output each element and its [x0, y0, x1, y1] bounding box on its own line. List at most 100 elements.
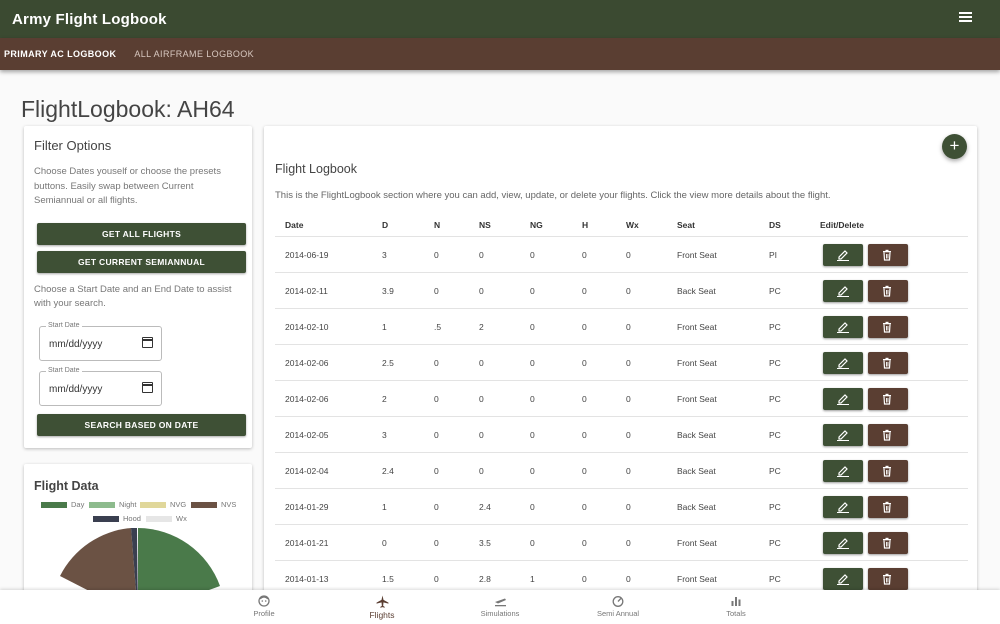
- face-icon: [258, 595, 270, 607]
- cell-night: 0: [434, 466, 439, 476]
- table-row[interactable]: 2014-02-10 1 .5 2 0 0 0 Front Seat PC: [275, 309, 968, 345]
- edit-button[interactable]: [823, 316, 863, 338]
- delete-button[interactable]: [868, 424, 908, 446]
- cell-seat: Front Seat: [677, 322, 717, 332]
- flight-data-pie-chart: [60, 527, 220, 594]
- cell-wx: 0: [626, 502, 631, 512]
- delete-button[interactable]: [868, 280, 908, 302]
- cell-seat: Back Seat: [677, 502, 716, 512]
- table-row[interactable]: 2014-02-06 2.5 0 0 0 0 0 Front Seat PC: [275, 345, 968, 381]
- pencil-icon: [837, 286, 849, 297]
- column-header: Edit/Delete: [820, 220, 864, 230]
- nav-simulations[interactable]: Simulations: [460, 595, 540, 618]
- cell-date: 2014-02-06: [285, 394, 329, 404]
- table-row[interactable]: 2014-01-21 0 0 3.5 0 0 0 Front Seat PC: [275, 525, 968, 561]
- hamburger-menu-icon[interactable]: [959, 12, 972, 23]
- legend-item[interactable]: NVG: [140, 500, 186, 509]
- nav-flights[interactable]: Flights: [342, 595, 422, 620]
- date-help-text: Choose a Start Date and an End Date to a…: [34, 283, 232, 310]
- nav-totals[interactable]: Totals: [696, 595, 776, 618]
- delete-button[interactable]: [868, 388, 908, 410]
- legend-item[interactable]: Night: [89, 500, 137, 509]
- nav-label: Simulations: [480, 609, 520, 618]
- app-title: Army Flight Logbook: [12, 10, 167, 28]
- add-flight-button[interactable]: +: [942, 134, 967, 159]
- edit-button[interactable]: [823, 532, 863, 554]
- edit-button[interactable]: [823, 568, 863, 590]
- end-date-field[interactable]: Start Date mm/dd/yyyy: [39, 366, 162, 406]
- end-date-value: mm/dd/yyyy: [49, 383, 103, 395]
- table-row[interactable]: 2014-02-11 3.9 0 0 0 0 0 Back Seat PC: [275, 273, 968, 309]
- calendar-icon[interactable]: [142, 381, 153, 393]
- cell-ng: 0: [530, 286, 535, 296]
- cell-ds: PC: [769, 502, 781, 512]
- filter-intro: Choose Dates youself or choose the prese…: [34, 166, 221, 206]
- tab-primary-ac-logbook[interactable]: PRIMARY AC LOGBOOK: [0, 38, 123, 70]
- table-row[interactable]: 2014-02-04 2.4 0 0 0 0 0 Back Seat PC: [275, 453, 968, 489]
- tab-all-airframe-logbook[interactable]: ALL AIRFRAME LOGBOOK: [127, 38, 261, 70]
- nav-profile[interactable]: Profile: [224, 595, 304, 618]
- get-current-semiannual-button[interactable]: GET CURRENT SEMIANNUAL: [37, 250, 246, 273]
- legend-swatch: [140, 501, 166, 508]
- cell-seat: Front Seat: [677, 250, 717, 260]
- cell-date: 2014-02-06: [285, 358, 329, 368]
- start-date-value: mm/dd/yyyy: [49, 338, 103, 350]
- start-date-field[interactable]: Start Date mm/dd/yyyy: [39, 321, 162, 361]
- edit-button[interactable]: [823, 460, 863, 482]
- edit-button[interactable]: [823, 388, 863, 410]
- tab-bar: PRIMARY AC LOGBOOK ALL AIRFRAME LOGBOOK: [0, 38, 1000, 70]
- page-title: FlightLogbook: AH64: [21, 96, 235, 122]
- legend-swatch: [41, 501, 67, 508]
- delete-button[interactable]: [868, 568, 908, 590]
- cell-night: 0: [434, 538, 439, 548]
- cell-day: 3: [382, 430, 387, 440]
- table-header-row: Date D N NS NG H Wx Seat DS Edit/Delete: [275, 213, 968, 237]
- trash-icon: [883, 357, 891, 369]
- cell-seat: Back Seat: [677, 466, 716, 476]
- table-row[interactable]: 2014-06-19 3 0 0 0 0 0 Front Seat PI: [275, 237, 968, 273]
- column-header: D: [382, 220, 389, 230]
- cell-ds: PC: [769, 430, 781, 440]
- cell-day: 2.4: [382, 466, 394, 476]
- delete-button[interactable]: [868, 244, 908, 266]
- cell-wx: 0: [626, 286, 631, 296]
- edit-button[interactable]: [823, 352, 863, 374]
- legend-item[interactable]: NVS: [191, 500, 236, 509]
- table-row[interactable]: 2014-02-05 3 0 0 0 0 0 Back Seat PC: [275, 417, 968, 453]
- cell-hood: 0: [582, 394, 587, 404]
- search-based-on-date-button[interactable]: SEARCH BASED ON DATE: [37, 413, 246, 436]
- column-header: Wx: [626, 220, 639, 230]
- nav-semi-annual[interactable]: Semi Annual: [578, 595, 658, 618]
- cell-ds: PC: [769, 394, 781, 404]
- table-row[interactable]: 2014-01-29 1 0 2.4 0 0 0 Back Seat PC: [275, 489, 968, 525]
- get-all-flights-button[interactable]: GET ALL FLIGHTS: [37, 222, 246, 245]
- cell-wx: 0: [626, 430, 631, 440]
- cell-ns: 0: [479, 466, 484, 476]
- legend-item[interactable]: Day: [41, 500, 84, 509]
- cell-ng: 0: [530, 322, 535, 332]
- edit-button[interactable]: [823, 280, 863, 302]
- legend-item[interactable]: Wx: [146, 514, 187, 523]
- edit-button[interactable]: [823, 424, 863, 446]
- delete-button[interactable]: [868, 496, 908, 518]
- calendar-icon[interactable]: [142, 336, 153, 348]
- cell-night: 0: [434, 430, 439, 440]
- delete-button[interactable]: [868, 532, 908, 554]
- flight-logbook-card: Flight Logbook This is the FlightLogbook…: [264, 126, 977, 596]
- cell-wx: 0: [626, 466, 631, 476]
- cell-ds: PC: [769, 286, 781, 296]
- flight-data-title: Flight Data: [34, 479, 99, 493]
- delete-button[interactable]: [868, 352, 908, 374]
- cell-seat: Back Seat: [677, 430, 716, 440]
- cell-date: 2014-02-05: [285, 430, 329, 440]
- edit-button[interactable]: [823, 496, 863, 518]
- delete-button[interactable]: [868, 460, 908, 482]
- legend-swatch: [93, 515, 119, 522]
- cell-night: 0: [434, 358, 439, 368]
- edit-button[interactable]: [823, 244, 863, 266]
- delete-button[interactable]: [868, 316, 908, 338]
- cell-ds: PC: [769, 466, 781, 476]
- table-row[interactable]: 2014-02-06 2 0 0 0 0 0 Front Seat PC: [275, 381, 968, 417]
- cell-night: 0: [434, 250, 439, 260]
- legend-item[interactable]: Hood: [93, 514, 141, 523]
